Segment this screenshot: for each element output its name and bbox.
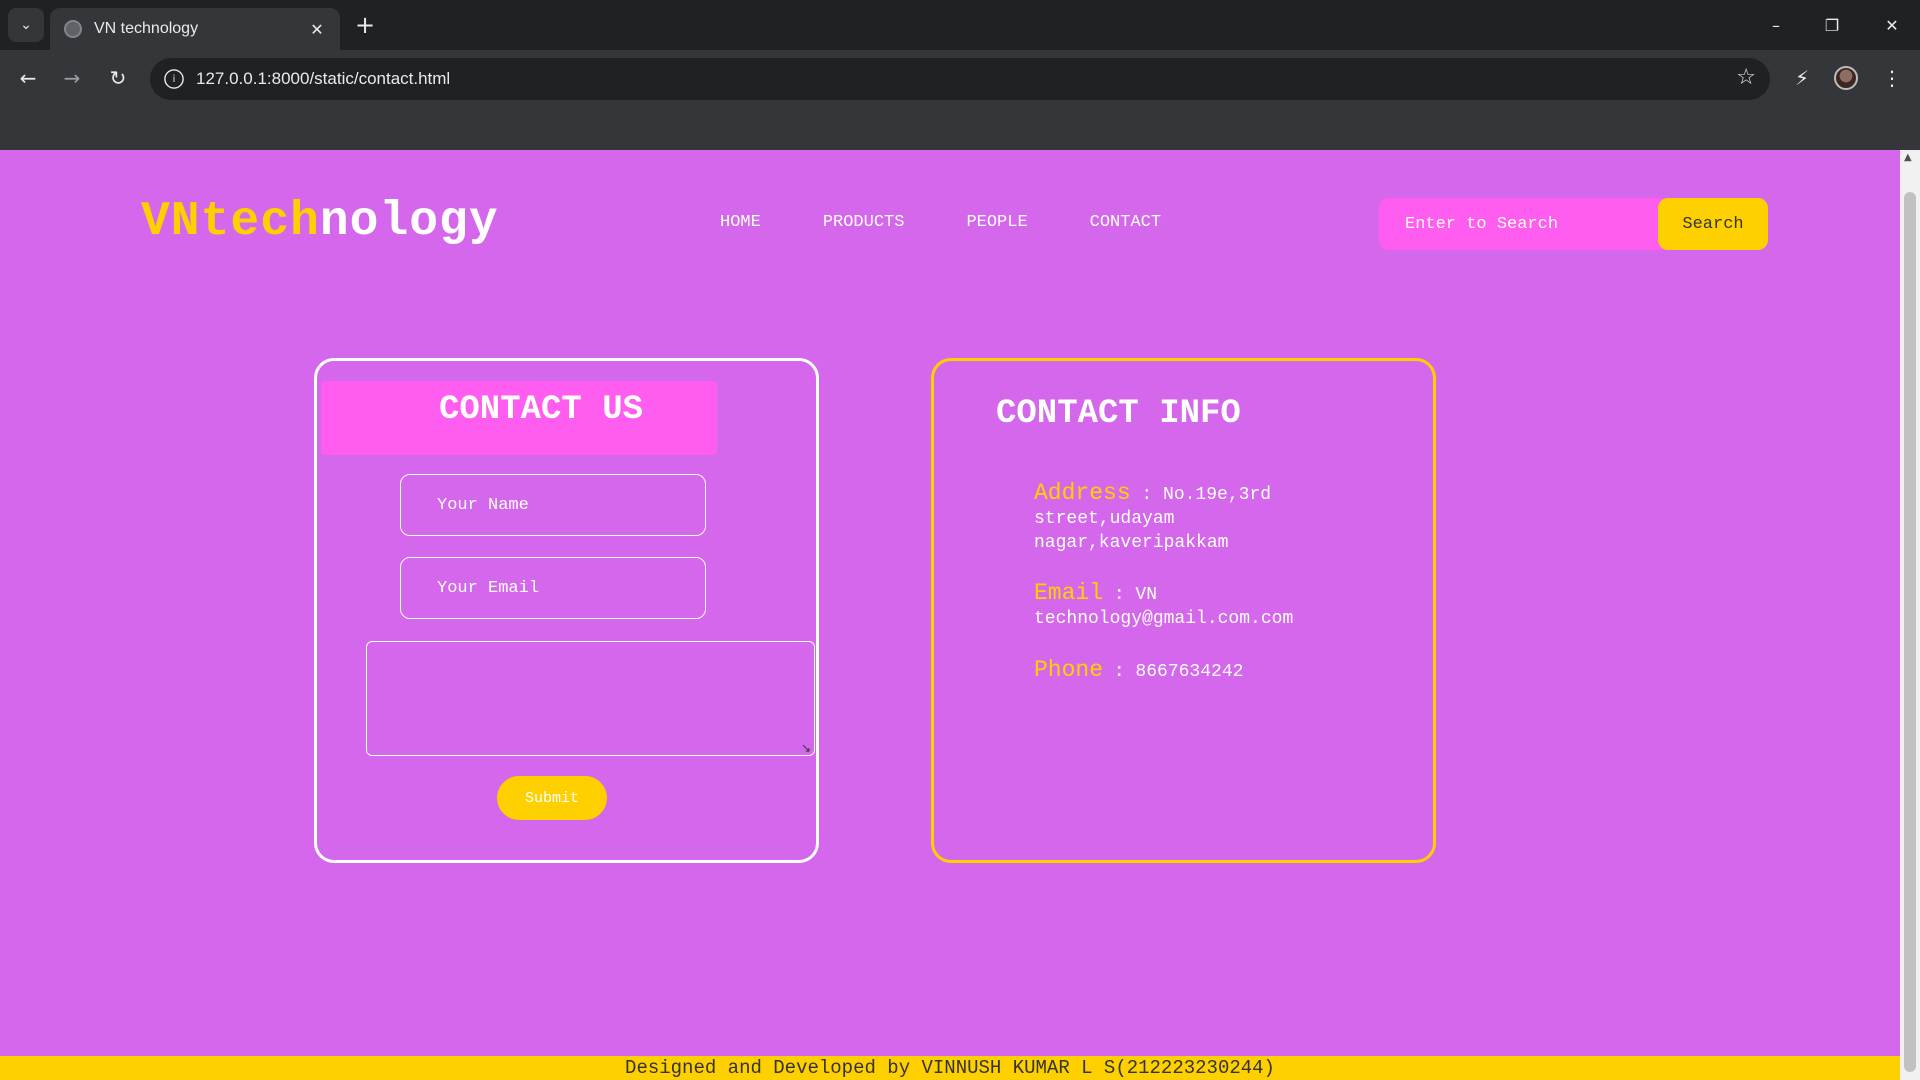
scroll-up-arrow-icon[interactable]: ▲ [1904, 152, 1912, 163]
browser-toolbar: ← → ↻ i 127.0.0.1:8000/static/contact.ht… [0, 50, 1920, 106]
logo-part-nology: nology [319, 195, 499, 249]
contact-info-title: CONTACT INFO [996, 395, 1241, 433]
address-label: Address [1034, 480, 1131, 506]
arrow-right-icon: → [63, 66, 81, 90]
phone-label: Phone [1034, 657, 1104, 683]
arrow-left-icon: ← [19, 66, 37, 90]
contact-us-title: CONTACT US [439, 391, 644, 429]
phone-info: Phone : 8667634242 [1034, 658, 1364, 684]
address-bar[interactable]: i 127.0.0.1:8000/static/contact.html ☆ [150, 58, 1770, 100]
logo-part-tech: tech [200, 195, 320, 249]
forward-button[interactable]: → [54, 60, 90, 96]
browser-tab[interactable]: VN technology ✕ [50, 8, 340, 50]
logo-part-vn: VN [141, 195, 201, 249]
plus-icon: + [354, 11, 376, 39]
close-window-button[interactable]: ✕ [1864, 0, 1920, 50]
message-textarea[interactable] [366, 641, 815, 756]
site-logo[interactable]: VNtechnology [141, 195, 499, 249]
search-bar: Search [1379, 198, 1768, 250]
bookmark-bar [0, 106, 1920, 150]
email-label: Email [1034, 580, 1104, 606]
star-icon[interactable]: ☆ [1736, 65, 1756, 90]
kebab-menu-icon[interactable]: ⋮ [1874, 60, 1910, 96]
tab-title: VN technology [94, 20, 199, 37]
email-field[interactable] [400, 557, 706, 619]
submit-button[interactable]: Submit [497, 776, 607, 820]
name-field[interactable] [400, 474, 706, 536]
search-button[interactable]: Search [1658, 198, 1768, 250]
close-icon: ✕ [1885, 15, 1899, 35]
main-nav: HOME PRODUCTS PEOPLE CONTACT [720, 213, 1223, 232]
search-input[interactable] [1379, 198, 1659, 250]
chevron-down-icon: ⌄ [20, 17, 32, 33]
page-scrollbar[interactable]: ▲ [1900, 150, 1920, 1080]
scrollbar-thumb[interactable] [1904, 192, 1916, 1072]
reload-button[interactable]: ↻ [100, 60, 136, 96]
info-icon[interactable]: i [164, 69, 184, 89]
nav-products[interactable]: PRODUCTS [823, 213, 905, 232]
page-viewport: VNtechnology HOME PRODUCTS PEOPLE CONTAC… [0, 150, 1920, 1080]
phone-separator: : [1103, 662, 1136, 682]
minimize-button[interactable]: – [1748, 0, 1804, 50]
minimize-icon: – [1772, 15, 1780, 35]
nav-home[interactable]: HOME [720, 213, 761, 232]
tab-strip: ⌄ VN technology ✕ + – ❐ ✕ [0, 0, 1920, 50]
resize-grip-icon[interactable]: ↘ [801, 742, 813, 754]
extension-icon[interactable]: ⚡ [1784, 60, 1820, 96]
restore-icon: ❐ [1824, 15, 1840, 35]
address-separator: : [1130, 485, 1164, 505]
nav-people[interactable]: PEOPLE [966, 213, 1027, 232]
profile-avatar[interactable] [1834, 66, 1858, 90]
email-separator: : [1103, 585, 1136, 605]
globe-icon [64, 20, 82, 38]
nav-contact[interactable]: CONTACT [1090, 213, 1161, 232]
close-icon[interactable]: ✕ [302, 14, 332, 44]
url-text[interactable]: 127.0.0.1:8000/static/contact.html [196, 69, 450, 89]
new-tab-button[interactable]: + [350, 10, 380, 40]
reload-icon: ↻ [109, 66, 127, 90]
contact-info-card: CONTACT INFO Address : No.19e,3rd street… [931, 358, 1436, 863]
address-info: Address : No.19e,3rd street,udayam nagar… [1034, 481, 1364, 555]
site-footer: Designed and Developed by VINNUSH KUMAR … [0, 1056, 1900, 1080]
back-button[interactable]: ← [10, 60, 46, 96]
tab-list-button[interactable]: ⌄ [8, 8, 44, 42]
contact-form-card: CONTACT US ↘ Submit [314, 358, 819, 863]
restore-button[interactable]: ❐ [1804, 0, 1860, 50]
email-info: Email : VN technology@gmail.com.com [1034, 581, 1364, 631]
phone-value: 8667634242 [1135, 662, 1244, 682]
